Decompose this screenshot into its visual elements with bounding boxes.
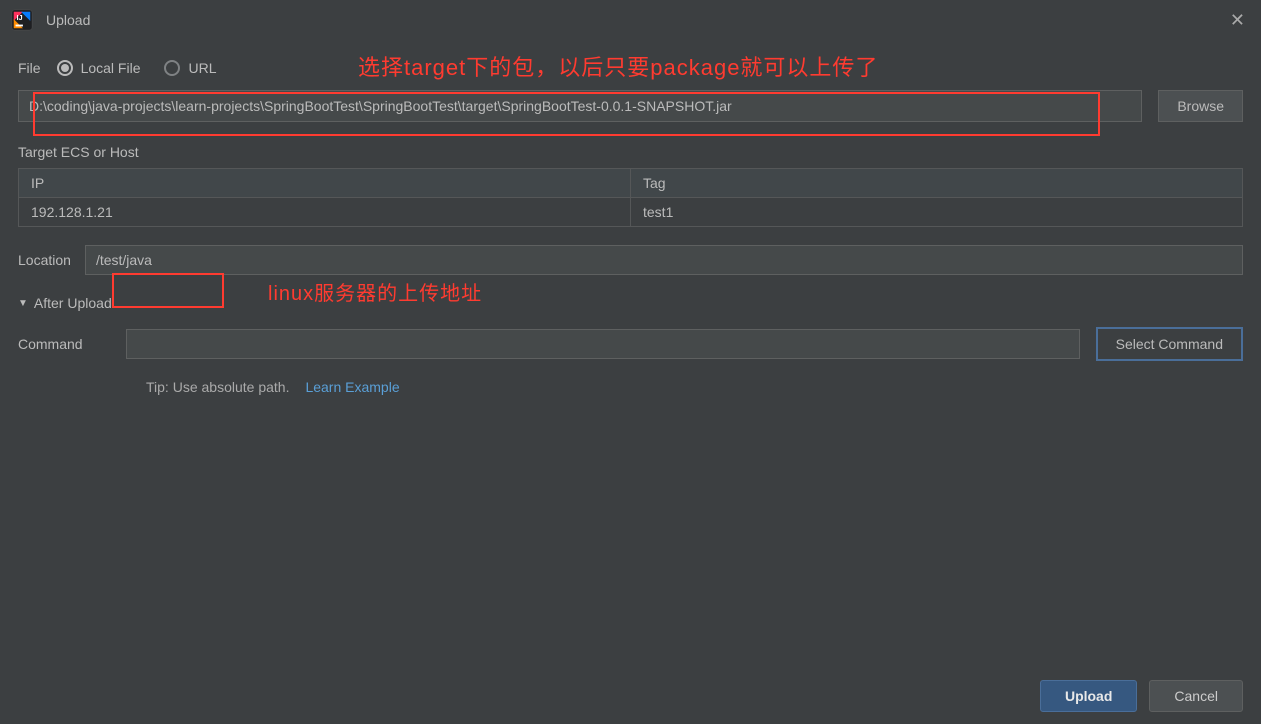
cell-tag: test1 [631, 198, 1243, 227]
chevron-down-icon: ▼ [18, 298, 28, 309]
radio-circle-icon [164, 60, 180, 76]
dialog-title: Upload [46, 12, 90, 28]
radio-url[interactable]: URL [164, 60, 216, 76]
annotation-location: linux服务器的上传地址 [268, 277, 482, 306]
radio-url-label: URL [188, 60, 216, 76]
radio-circle-icon [57, 60, 73, 76]
upload-button[interactable]: Upload [1040, 680, 1137, 712]
dialog-footer: Upload Cancel [1040, 680, 1243, 712]
file-path-input[interactable]: D:\coding\java-projects\learn-projects\S… [18, 90, 1142, 122]
close-icon[interactable]: ✕ [1230, 10, 1245, 31]
table-row[interactable]: 192.128.1.21 test1 [19, 198, 1243, 227]
select-command-button[interactable]: Select Command [1096, 327, 1243, 361]
radio-local-file[interactable]: Local File [57, 60, 141, 76]
after-upload-label: After Upload [34, 295, 112, 311]
svg-text:IJ: IJ [17, 13, 23, 22]
radio-local-file-label: Local File [81, 60, 141, 76]
tip-text: Tip: Use absolute path. [146, 379, 289, 395]
file-label: File [18, 60, 41, 76]
dialog-titlebar: IJ Upload ✕ [0, 0, 1261, 40]
column-header-tag[interactable]: Tag [631, 169, 1243, 198]
annotation-top: 选择target下的包，以后只要package就可以上传了 [358, 50, 878, 82]
cancel-button[interactable]: Cancel [1149, 680, 1243, 712]
location-label: Location [18, 252, 71, 268]
target-hosts-table: IP Tag 192.128.1.21 test1 [18, 168, 1243, 227]
intellij-icon: IJ [10, 8, 34, 32]
learn-example-link[interactable]: Learn Example [305, 379, 399, 395]
browse-button[interactable]: Browse [1158, 90, 1243, 122]
after-upload-toggle[interactable]: ▼ After Upload [18, 295, 1243, 311]
file-source-radio-group: Local File URL [57, 60, 217, 76]
cell-ip: 192.128.1.21 [19, 198, 631, 227]
command-input[interactable] [126, 329, 1080, 359]
command-label: Command [18, 336, 110, 352]
location-input[interactable]: /test/java [85, 245, 1243, 275]
target-label: Target ECS or Host [18, 144, 1243, 160]
column-header-ip[interactable]: IP [19, 169, 631, 198]
